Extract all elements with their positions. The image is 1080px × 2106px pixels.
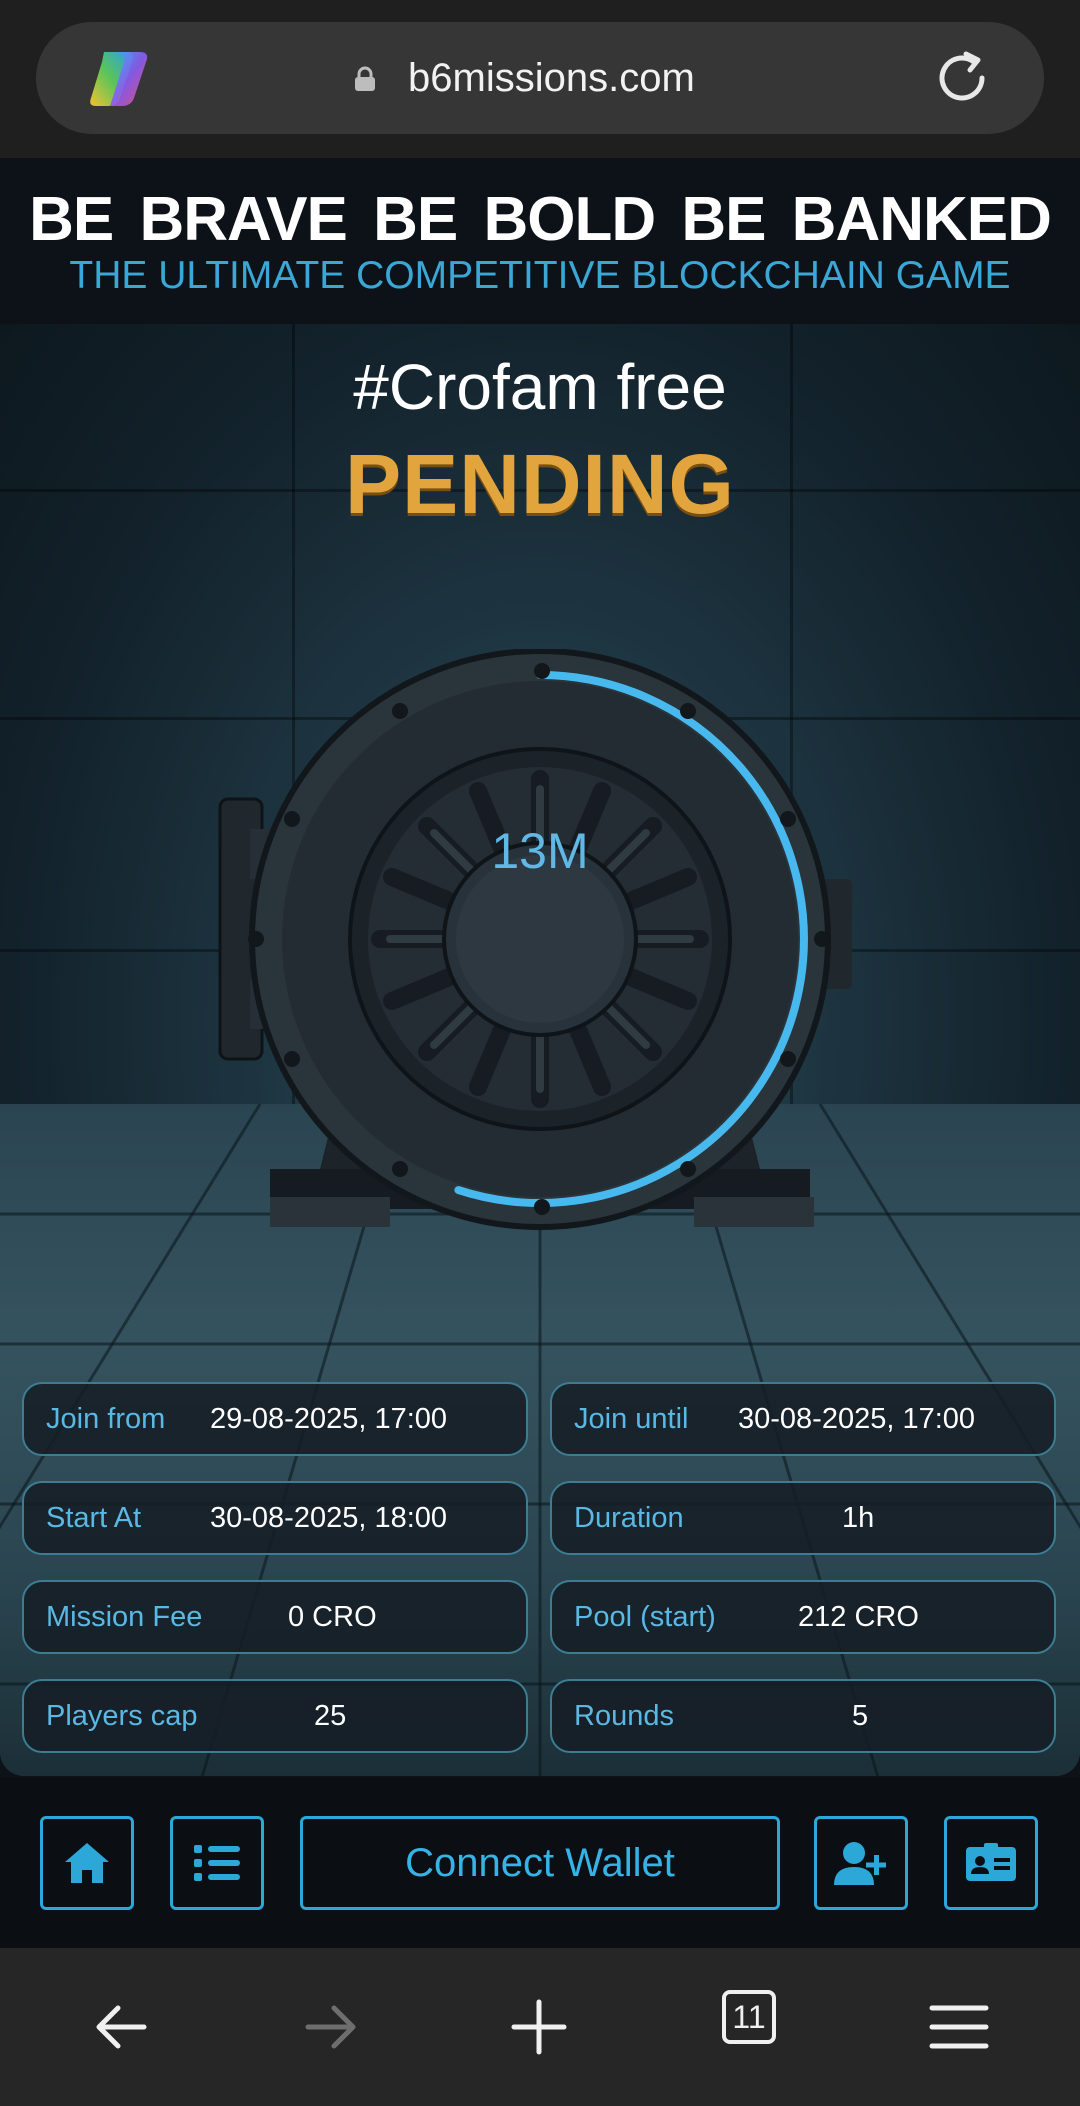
lock-icon [355, 66, 375, 91]
vault-door-icon [218, 649, 852, 1230]
mission-status: PENDING [345, 437, 735, 531]
info-label: Start At [46, 1502, 142, 1534]
browser-bottom-nav: 11 [0, 1948, 1080, 2106]
page-content: BE BRAVE BE BOLD BE BANKED THE ULTIMATE … [0, 158, 1080, 1948]
info-label: Pool (start) [574, 1601, 716, 1633]
info-join-from: Join from 29-08-2025, 17:00 [22, 1382, 528, 1456]
info-label: Join until [574, 1403, 689, 1435]
mission-hero: #Crofam free PENDING 13M Join from 29-08… [0, 324, 1080, 1776]
browser-toolbar: b6missions.com [0, 0, 1080, 158]
copilot-icon[interactable] [86, 46, 152, 110]
info-rounds: Rounds 5 [550, 1679, 1056, 1753]
info-duration: Duration 1h [550, 1481, 1056, 1555]
mission-title: #Crofam free [353, 351, 727, 423]
new-tab-plus-icon[interactable] [504, 1992, 574, 2062]
hamburger-menu-icon[interactable] [924, 1992, 994, 2062]
info-value: 212 CRO [798, 1601, 919, 1633]
info-value: 29-08-2025, 17:00 [210, 1403, 448, 1435]
missions-list-button[interactable] [170, 1816, 264, 1910]
url-text[interactable]: b6missions.com [408, 50, 695, 106]
id-card-icon [966, 1843, 1016, 1881]
info-value: 1h [842, 1502, 875, 1534]
countdown-label: 13M [491, 823, 589, 879]
info-value: 30-08-2025, 17:00 [738, 1403, 976, 1435]
action-bar: Connect Wallet [0, 1778, 1080, 1948]
info-label: Join from [46, 1403, 166, 1435]
info-value: 25 [314, 1700, 347, 1732]
connect-wallet-button[interactable]: Connect Wallet [300, 1816, 780, 1910]
reload-icon[interactable] [932, 48, 992, 108]
back-arrow-icon[interactable] [86, 1992, 156, 2062]
info-label: Mission Fee [46, 1601, 203, 1633]
info-start-at: Start At 30-08-2025, 18:00 [22, 1481, 528, 1555]
info-value: 5 [852, 1700, 869, 1732]
list-icon [194, 1845, 240, 1881]
info-players-cap: Players cap 25 [22, 1679, 528, 1753]
address-bar[interactable]: b6missions.com [36, 22, 1044, 134]
info-value: 30-08-2025, 18:00 [210, 1502, 448, 1534]
info-pool-start: Pool (start) 212 CRO [550, 1580, 1056, 1654]
profile-card-button[interactable] [944, 1816, 1038, 1910]
page-tagline: THE ULTIMATE COMPETITIVE BLOCKCHAIN GAME [69, 254, 1011, 297]
info-mission-fee: Mission Fee 0 CRO [22, 1580, 528, 1654]
info-label: Players cap [46, 1700, 198, 1732]
info-value: 0 CRO [288, 1601, 377, 1633]
tab-switcher-button[interactable]: 11 [722, 1990, 776, 2044]
home-icon [65, 1843, 109, 1883]
info-join-until: Join until 30-08-2025, 17:00 [550, 1382, 1056, 1456]
home-button[interactable] [40, 1816, 134, 1910]
info-label: Rounds [574, 1700, 674, 1732]
add-user-icon [834, 1842, 886, 1885]
info-label: Duration [574, 1502, 684, 1534]
page-headline: BE BRAVE BE BOLD BE BANKED [29, 185, 1052, 254]
add-player-button[interactable] [814, 1816, 908, 1910]
forward-arrow-icon[interactable] [296, 1992, 366, 2062]
